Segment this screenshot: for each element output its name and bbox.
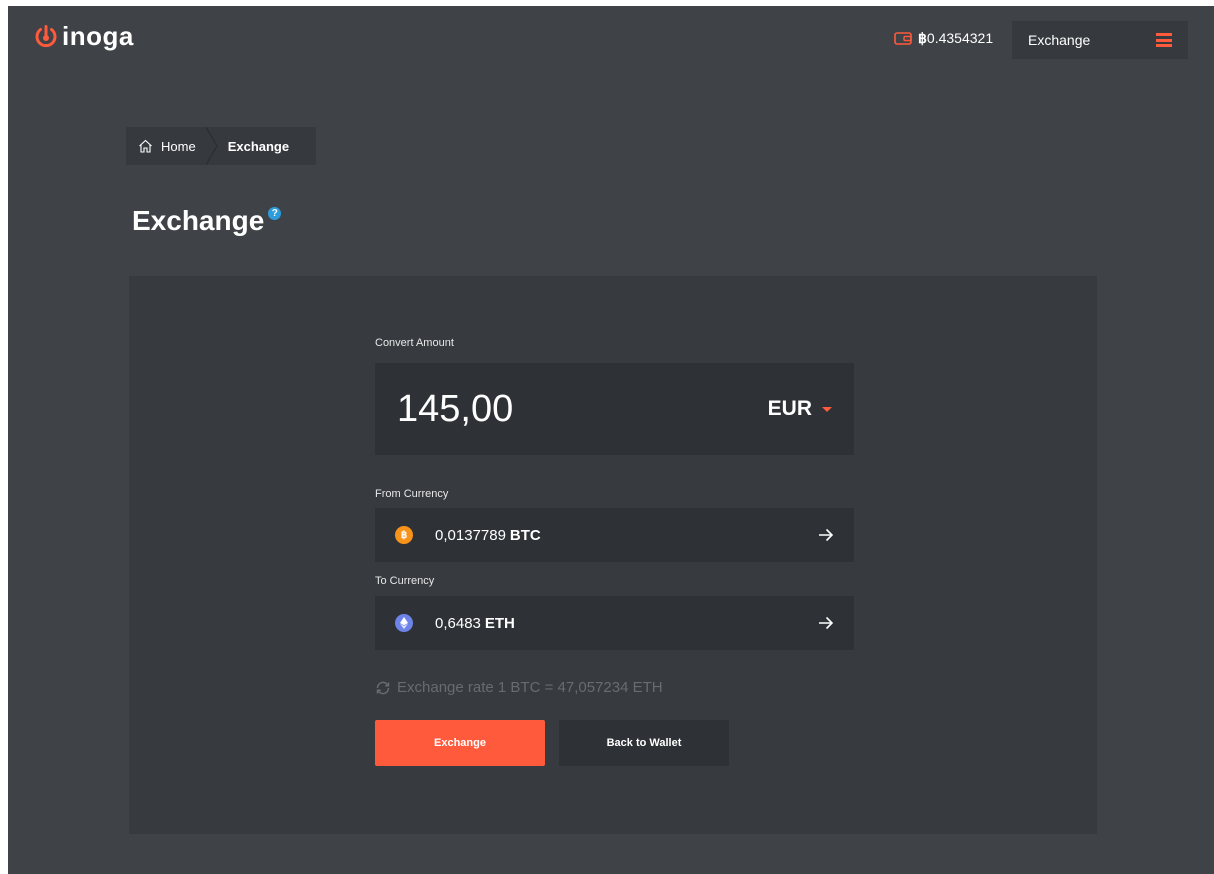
- ethereum-icon: [395, 614, 413, 632]
- bitcoin-symbol: ฿: [918, 30, 927, 46]
- exchange-button[interactable]: Exchange: [375, 720, 545, 766]
- to-currency-label: To Currency: [375, 575, 435, 587]
- breadcrumb: Home Exchange: [126, 127, 316, 165]
- nav-dropdown[interactable]: Exchange: [1012, 21, 1188, 59]
- back-to-wallet-button[interactable]: Back to Wallet: [559, 720, 729, 766]
- wallet-balance-value: 0.4354321: [926, 30, 994, 46]
- to-amount: 0,6483: [435, 614, 481, 632]
- breadcrumb-separator: [205, 127, 218, 165]
- brand-name: inoga: [62, 21, 134, 51]
- refresh-icon[interactable]: [375, 680, 391, 696]
- exchange-panel: Convert Amount 145,00 EUR From Currency …: [129, 276, 1097, 834]
- to-currency-field[interactable]: 0,6483 ETH: [375, 596, 854, 650]
- bitcoin-icon: ฿: [395, 526, 413, 544]
- exchange-rate-text: Exchange rate 1 BTC = 47,057234 ETH: [397, 679, 663, 696]
- page-title-text: Exchange: [132, 205, 265, 236]
- arrow-right-icon[interactable]: [818, 528, 834, 542]
- wallet-balance[interactable]: ฿0.4354321: [894, 30, 993, 47]
- help-icon[interactable]: ?: [268, 207, 282, 220]
- from-amount: 0,0137789: [435, 526, 506, 544]
- breadcrumb-home-label: Home: [161, 138, 196, 154]
- nav-dropdown-label: Exchange: [1028, 32, 1091, 48]
- convert-amount-label: Convert Amount: [375, 337, 454, 349]
- app-frame: inoga ฿0.4354321 Exchange Home Exchange …: [8, 6, 1214, 874]
- to-code: ETH: [484, 614, 515, 632]
- hamburger-menu-icon[interactable]: [1156, 33, 1172, 47]
- wallet-icon: [894, 32, 912, 45]
- breadcrumb-home[interactable]: Home: [126, 127, 218, 165]
- currency-select-value: EUR: [767, 397, 812, 420]
- home-icon: [139, 139, 152, 153]
- page-title: Exchange ?: [132, 205, 282, 237]
- amount-value[interactable]: 145,00: [397, 388, 513, 431]
- from-currency-field[interactable]: ฿ 0,0137789 BTC: [375, 508, 854, 562]
- arrow-right-icon[interactable]: [818, 616, 834, 630]
- from-code: BTC: [509, 526, 541, 544]
- breadcrumb-current: Exchange: [227, 138, 290, 154]
- power-icon: [35, 25, 57, 48]
- brand-logo[interactable]: inoga: [34, 21, 134, 51]
- from-currency-label: From Currency: [375, 488, 449, 500]
- currency-select[interactable]: EUR: [768, 397, 832, 421]
- exchange-rate: Exchange rate 1 BTC = 47,057234 ETH: [375, 679, 663, 696]
- caret-down-icon: [822, 406, 832, 412]
- amount-field[interactable]: 145,00 EUR: [375, 363, 854, 455]
